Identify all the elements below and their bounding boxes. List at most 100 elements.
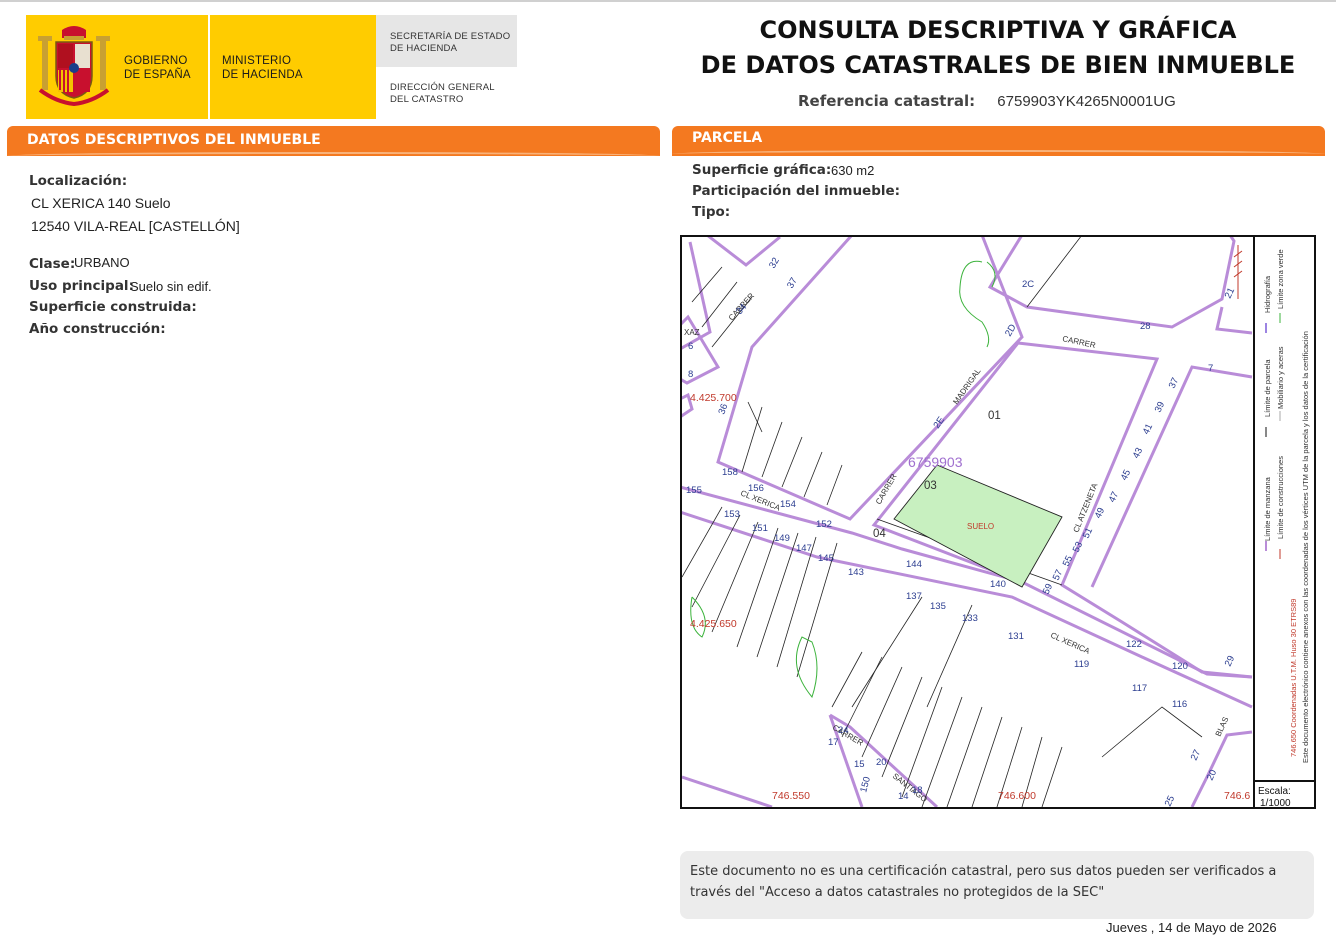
lot-15: 15 (854, 759, 865, 770)
lot-8: 8 (688, 369, 693, 380)
page-title-line2: DE DATOS CATASTRALES DE BIEN INMUEBLE (700, 51, 1296, 79)
referencia-catastral: Referencia catastral: 6759903YK4265N0001… (798, 92, 1176, 110)
coord-y-4425650: 4.425.650 (690, 618, 737, 630)
lot-47: 47 (1107, 490, 1121, 504)
logo-secretaria-text: SECRETARÍA DE ESTADO DE HACIENDA (390, 31, 510, 55)
lot-137: 137 (906, 591, 922, 602)
street-madrigal: MADRIGAL (951, 366, 983, 406)
coord-x-7466: 746.6 (1224, 790, 1250, 802)
page-title-line1: CONSULTA DESCRIPTIVA Y GRÁFICA (759, 16, 1237, 44)
street-xaz: XAZ (684, 328, 700, 337)
section-header-shadow (7, 152, 660, 160)
localizacion-line1: CL XERICA 140 Suelo (31, 195, 171, 211)
lot-01: 01 (988, 410, 1001, 422)
legend-hidrografia: Hidrografía (1263, 275, 1272, 313)
parcela-title: PARCELA (692, 130, 763, 146)
lot-45: 45 (1119, 468, 1133, 482)
participacion-label: Participación del inmueble: (692, 183, 901, 199)
escala-value: 1/1000 (1260, 798, 1291, 807)
lot-149: 149 (774, 533, 790, 544)
parcel-reference-label: 6759903 (908, 454, 963, 470)
lot-29: 29 (1223, 654, 1237, 668)
uso-principal-label: Uso principal: (29, 278, 134, 294)
uso-principal-value: Suelo sin edif. (130, 279, 212, 294)
lot-133: 133 (962, 613, 978, 624)
lot-37b: 37 (1167, 376, 1181, 390)
disclaimer-note: Este documento no es una certificación c… (680, 851, 1314, 919)
lot-120: 120 (1172, 661, 1188, 672)
legend-documento-note: Este documento electrónico contiene anex… (1301, 331, 1310, 763)
legend-limite-zona-verde: Límite zona verde (1276, 249, 1285, 309)
anio-construccion-label: Año construcción: (29, 321, 166, 337)
lot-25: 25 (1163, 794, 1177, 807)
legend-limite-construcciones: Límite de construcciones (1276, 456, 1285, 539)
logo-direccion-line2: DEL CATASTRO (390, 94, 464, 105)
map-canvas[interactable]: 4.425.700 4.425.650 746.550 746.600 746.… (682, 237, 1314, 807)
lot-6: 6 (688, 341, 693, 352)
lot-36: 36 (716, 402, 730, 416)
lot-119: 119 (1074, 659, 1089, 670)
referencia-value: 6759903YK4265N0001UG (997, 93, 1176, 110)
lot-37a: 37 (785, 276, 800, 291)
superficie-grafica-value: 630 m2 (831, 163, 875, 178)
logo-gobierno-line1: GOBIERNO (124, 55, 188, 67)
lot-116: 116 (1172, 699, 1187, 710)
datos-descriptivos-title: DATOS DESCRIPTIVOS DEL INMUEBLE (27, 132, 321, 148)
logo-secretaria-line2: DE HACIENDA (390, 43, 458, 54)
legend-mobiliario-aceras: Mobiliario y aceras (1276, 346, 1285, 409)
logo-gobierno-text: GOBIERNO DE ESPAÑA (124, 54, 191, 82)
lot-145: 145 (818, 553, 834, 564)
logo-direccion-line1: DIRECCIÓN GENERAL (390, 82, 495, 93)
logo-divider (208, 15, 210, 119)
clase-label: Clase: (29, 256, 76, 272)
coord-y-4425700: 4.425.700 (690, 392, 737, 404)
top-border (0, 0, 1336, 2)
lot-59: 59 (1041, 582, 1055, 596)
suelo-label: SUELO (967, 522, 994, 531)
logo-gobierno-line2: DE ESPAÑA (124, 69, 191, 81)
lot-39: 39 (1153, 400, 1167, 414)
lot-151: 151 (752, 523, 768, 534)
lot-03: 03 (924, 480, 937, 492)
localizacion-line2: 12540 VILA-REAL [CASTELLÓN] (31, 218, 240, 234)
lot-41: 41 (1141, 422, 1155, 436)
lot-27: 27 (1189, 748, 1203, 762)
legend-limite-parcela: Límite de parcela (1263, 359, 1272, 417)
lot-2c: 2C (1022, 279, 1034, 290)
coord-x-746550: 746.550 (772, 790, 810, 802)
lot-150: 150 (858, 776, 873, 794)
lot-154: 154 (780, 499, 796, 510)
map-legend: Límite de manzana Límite de parcela Hidr… (1263, 249, 1310, 763)
lot-143: 143 (848, 567, 864, 578)
lot-131: 131 (1008, 631, 1024, 642)
lot-155: 155 (686, 485, 702, 496)
lot-18: 18 (912, 785, 923, 796)
legend-limite-manzana: Límite de manzana (1263, 476, 1272, 541)
lot-04: 04 (873, 528, 886, 540)
lot-156: 156 (748, 483, 764, 494)
logo-secretaria-line1: SECRETARÍA DE ESTADO (390, 31, 511, 42)
lot-117: 117 (1132, 683, 1147, 694)
coat-of-arms-icon (38, 26, 110, 107)
lot-135: 135 (930, 601, 946, 612)
street-cl-xerica-right: CL XERICA (1049, 631, 1092, 657)
lot-153: 153 (724, 509, 740, 520)
cadastral-map[interactable]: 4.425.700 4.425.650 746.550 746.600 746.… (680, 235, 1316, 809)
escala-label: Escala: (1258, 786, 1291, 797)
lot-122: 122 (1126, 639, 1142, 650)
logo-ministerio-text: MINISTERIO DE HACIENDA (222, 54, 303, 82)
lot-14: 14 (898, 791, 909, 802)
lot-147: 147 (796, 543, 812, 554)
parcela-header-shadow (672, 150, 1325, 158)
superficie-construida-label: Superficie construida: (29, 299, 197, 315)
lot-17: 17 (828, 737, 839, 748)
lot-140: 140 (990, 579, 1006, 590)
lot-24: 24 (838, 725, 849, 736)
logo-ministerio-line2: DE HACIENDA (222, 69, 303, 81)
tipo-label: Tipo: (692, 204, 731, 220)
document-date: Jueves , 14 de Mayo de 2026 (1106, 920, 1277, 935)
lot-53: 53 (1071, 540, 1085, 554)
referencia-label: Referencia catastral: (798, 92, 976, 110)
clase-value: URBANO (74, 255, 130, 270)
lot-152: 152 (816, 519, 832, 530)
